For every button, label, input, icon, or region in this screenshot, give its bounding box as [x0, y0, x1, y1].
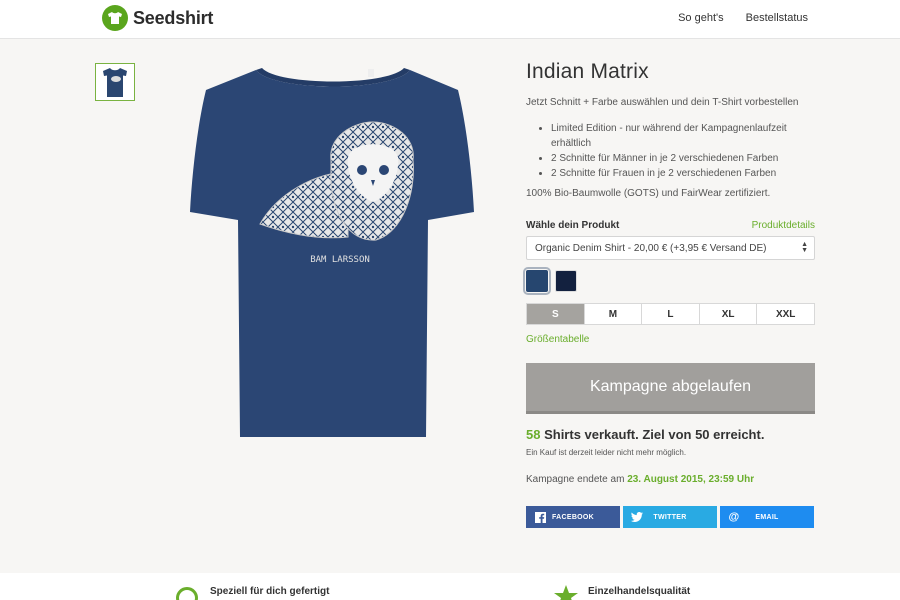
feature-retail-quality: Einzelhandelsqualität	[588, 586, 691, 597]
brand-logo[interactable]: Seedshirt	[102, 5, 213, 31]
size-m-button[interactable]: M	[583, 304, 642, 324]
star-icon	[554, 585, 578, 600]
share-email-label: EMAIL	[755, 513, 779, 521]
facebook-icon	[534, 511, 546, 523]
brand-name: Seedshirt	[133, 7, 214, 28]
list-item: 2 Schnitte für Männer in je 2 verschiede…	[551, 151, 816, 166]
product-selector-header: Wähle dein Produkt Produktdetails	[526, 220, 815, 231]
site-header: Seedshirt So geht's Bestellstatus	[0, 0, 900, 39]
share-facebook-button[interactable]: FACEBOOK	[526, 506, 620, 528]
campaign-end-date: 23. August 2015, 23:59 Uhr	[627, 474, 755, 485]
list-item: 2 Schnitte für Frauen in je 2 verschiede…	[551, 166, 816, 181]
size-xxl-button[interactable]: XXL	[756, 304, 814, 324]
size-s-button[interactable]: S	[527, 304, 584, 324]
campaign-expired-button[interactable]: Kampagne abgelaufen	[526, 363, 815, 414]
feature-strip: Speziell für dich gefertigt Einzelhandel…	[0, 573, 900, 600]
twitter-icon	[631, 511, 643, 523]
campaign-end-info: Kampagne endete am 23. August 2015, 23:5…	[526, 474, 754, 485]
size-table-link[interactable]: Größentabelle	[526, 334, 589, 345]
nav-order-status[interactable]: Bestellstatus	[746, 12, 808, 24]
shirt-print-text: BAM LARSSON	[310, 255, 370, 265]
product-select[interactable]: Organic Denim Shirt - 20,00 € (+3,95 € V…	[526, 236, 815, 260]
sold-text: Shirts verkauft. Ziel von 50 erreicht.	[540, 427, 765, 442]
product-title: Indian Matrix	[526, 60, 649, 83]
share-twitter-button[interactable]: TWITTER	[623, 506, 717, 528]
main-nav: So geht's Bestellstatus	[678, 12, 808, 24]
size-xl-button[interactable]: XL	[698, 304, 757, 324]
nav-how-it-works[interactable]: So geht's	[678, 12, 724, 24]
product-image: BAM LARSSON	[188, 62, 478, 442]
share-facebook-label: FACEBOOK	[551, 513, 595, 521]
feature-list: Limited Edition - nur während der Kampag…	[526, 121, 816, 181]
sold-status: 58 Shirts verkauft. Ziel von 50 erreicht…	[526, 427, 764, 442]
share-twitter-label: TWITTER	[653, 513, 687, 521]
product-subtitle: Jetzt Schnitt + Farbe auswählen und dein…	[526, 97, 799, 108]
campaign-end-prefix: Kampagne endete am	[526, 474, 628, 485]
select-arrows-icon: ▲ ▼	[801, 241, 808, 254]
share-email-button[interactable]: @ EMAIL	[720, 506, 814, 528]
product-info: Indian Matrix Jetzt Schnitt + Farbe ausw…	[526, 60, 816, 199]
smiley-icon	[176, 587, 198, 600]
color-swatch-denim[interactable]	[523, 267, 551, 295]
at-sign-icon: @	[728, 511, 740, 523]
color-swatch-navy[interactable]	[555, 270, 577, 292]
product-select-label: Wähle dein Produkt	[526, 220, 620, 231]
purchase-unavailable-note: Ein Kauf ist derzeit leider nicht mehr m…	[526, 448, 687, 457]
size-selector: S M L XL XXL	[526, 303, 815, 325]
list-item: Limited Edition - nur während der Kampag…	[551, 121, 816, 151]
product-select-value: Organic Denim Shirt - 20,00 € (+3,95 € V…	[535, 243, 767, 254]
product-thumbnail[interactable]	[95, 63, 135, 101]
certification-text: 100% Bio-Baumwolle (GOTS) und FairWear z…	[526, 188, 771, 199]
size-l-button[interactable]: L	[641, 304, 699, 324]
product-details-link[interactable]: Produktdetails	[752, 220, 815, 231]
shirt-logo-icon	[102, 5, 128, 31]
feature-custom-made: Speziell für dich gefertigt	[210, 586, 330, 597]
sold-count: 58	[526, 427, 541, 442]
